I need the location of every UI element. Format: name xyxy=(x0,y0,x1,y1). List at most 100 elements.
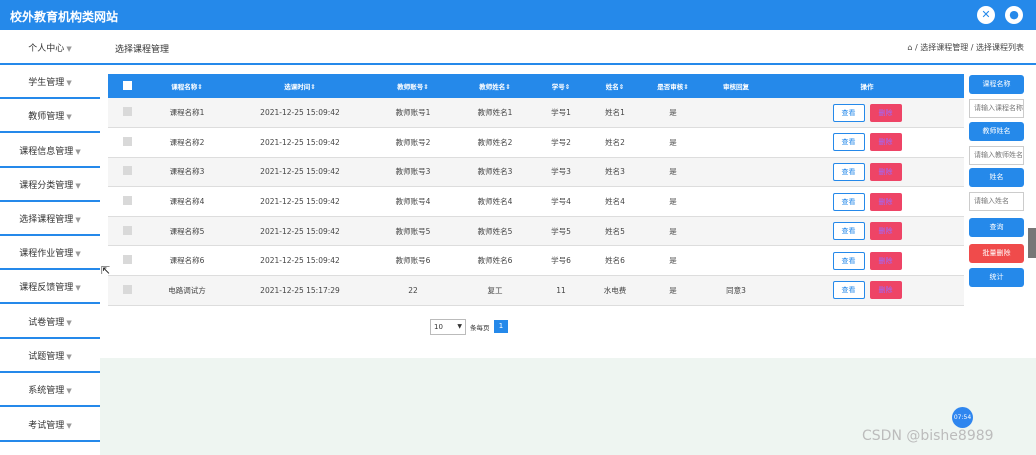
column-header: 课程名称⇕ xyxy=(171,83,203,91)
view-button[interactable]: 查看 xyxy=(832,222,865,241)
table-cell: 姓名1 xyxy=(605,108,625,118)
column-header: 姓名⇕ xyxy=(605,83,625,91)
row-actions: 查看 删除 xyxy=(770,276,964,306)
row-checkbox[interactable] xyxy=(122,196,132,206)
sidebar-item-label: 课程分类管理 xyxy=(19,181,74,191)
sidebar-item[interactable]: 教师管理 ▼ xyxy=(0,101,100,133)
sidebar-item[interactable]: 课程信息管理 ▼ xyxy=(0,136,100,168)
table-cell: 是 xyxy=(669,226,677,236)
row-checkbox-cell xyxy=(108,98,146,128)
view-button[interactable]: 查看 xyxy=(832,103,865,122)
user-icon[interactable]: ● xyxy=(1005,6,1023,24)
table-cell xyxy=(702,216,770,246)
table-cell: 是 xyxy=(669,137,677,147)
stats-button[interactable]: 统计 xyxy=(969,268,1024,287)
table-cell: 22 xyxy=(408,285,418,295)
chevron-down-icon: ▼ xyxy=(75,182,81,190)
app-title: 校外教育机构类网站 xyxy=(10,10,119,24)
table-cell: 姓名6 xyxy=(605,256,625,266)
delete-button[interactable]: 删除 xyxy=(869,103,902,122)
page-button-1[interactable]: 1 xyxy=(494,320,508,333)
sidebar-item[interactable]: 考试管理 ▼ xyxy=(0,410,100,442)
table-row: 课程名称6 2021-12-25 15:09:42 教师账号6 教师姓名6 学号6 姓名6… xyxy=(108,246,964,276)
view-button[interactable]: 查看 xyxy=(832,162,865,181)
table-row: 课程名称2 2021-12-25 15:09:42 教师账号2 教师姓名2 学号2 姓名2… xyxy=(108,128,964,158)
close-icon[interactable]: ✕ xyxy=(977,6,995,24)
delete-button[interactable]: 删除 xyxy=(869,222,902,241)
page-size-select[interactable]: 10 ▼ xyxy=(430,319,466,335)
sidebar-item[interactable]: 试题管理 ▼ xyxy=(0,341,100,373)
row-checkbox[interactable] xyxy=(122,225,132,235)
table-cell: 2021-12-25 15:09:42 xyxy=(260,197,340,207)
sidebar-item[interactable]: 选择课程管理 ▼ xyxy=(0,204,100,236)
course-name-input[interactable]: 请输入课程名称 xyxy=(969,99,1024,118)
search-button[interactable]: 查询 xyxy=(969,218,1024,237)
table-cell xyxy=(702,157,770,187)
teacher-name-button[interactable]: 教师姓名 xyxy=(969,122,1024,141)
column-header: 审核回复 xyxy=(723,83,749,91)
batch-delete-button[interactable]: 批量删除 xyxy=(969,244,1024,263)
delete-button[interactable]: 删除 xyxy=(869,281,902,300)
student-name-button[interactable]: 姓名 xyxy=(969,168,1024,187)
row-checkbox[interactable] xyxy=(122,136,132,146)
sidebar-item[interactable]: 课程反馈管理 ▼ xyxy=(0,272,100,304)
table-cell: 教师姓名5 xyxy=(477,226,513,236)
sidebar-item[interactable]: 课程作业管理 ▼ xyxy=(0,238,100,270)
view-button[interactable]: 查看 xyxy=(832,281,865,300)
table-cell: 课程名称6 xyxy=(169,256,205,266)
table-cell: 水电费 xyxy=(603,285,627,295)
table-cell: 姓名2 xyxy=(605,137,625,147)
sidebar-item-label: 试卷管理 xyxy=(28,318,65,328)
delete-button[interactable]: 删除 xyxy=(869,192,902,211)
watermark: CSDN @bishe8989 xyxy=(862,428,994,444)
chevron-down-icon: ▼ xyxy=(66,79,72,87)
course-selection-table: 课程名称⇕ 选课时间⇕ 教师账号⇕ 教师姓名⇕ 学号⇕ 姓名⇕ 是否审核⇕ 审核回复 操作 课程… xyxy=(108,74,964,306)
sidebar-item[interactable]: 试卷管理 ▼ xyxy=(0,307,100,339)
table-cell: 是 xyxy=(669,285,677,295)
table-cell: 2021-12-25 15:09:42 xyxy=(260,108,340,118)
teacher-name-input[interactable]: 请输入教师姓名 xyxy=(969,146,1024,165)
sidebar-item[interactable]: 课程分类管理 ▼ xyxy=(0,170,100,202)
table-cell: 姓名5 xyxy=(605,226,625,236)
row-checkbox[interactable] xyxy=(122,255,132,265)
select-all-checkbox[interactable] xyxy=(122,80,132,90)
sidebar-item-label: 个人中心 xyxy=(28,44,65,54)
select-all-checkbox-cell[interactable] xyxy=(108,74,146,98)
view-button[interactable]: 查看 xyxy=(832,192,865,211)
chevron-down-icon: ▼ xyxy=(75,284,81,292)
sidebar-item[interactable]: 学生管理 ▼ xyxy=(0,67,100,99)
table-cell: 教师账号6 xyxy=(395,256,431,266)
student-name-input[interactable]: 请输入姓名 xyxy=(969,192,1024,211)
sidebar-item-label: 学生管理 xyxy=(28,78,65,88)
table-cell: 教师姓名6 xyxy=(477,256,513,266)
delete-button[interactable]: 删除 xyxy=(869,251,902,270)
table-row: 课程名称1 2021-12-25 15:09:42 教师账号1 教师姓名1 学号1 姓名1… xyxy=(108,98,964,128)
table-cell: 课程名称3 xyxy=(169,167,205,177)
table-row: 课程名称3 2021-12-25 15:09:42 教师账号3 教师姓名3 学号3 姓名3… xyxy=(108,157,964,187)
column-header: 操作 xyxy=(860,83,874,91)
table-cell: 教师姓名3 xyxy=(477,167,513,177)
breadcrumb-bar: 选择课程管理 ⌂ / 选择课程管理 / 选择课程列表 xyxy=(100,30,1036,65)
view-button[interactable]: 查看 xyxy=(832,133,865,152)
view-button[interactable]: 查看 xyxy=(832,251,865,270)
row-actions: 查看 删除 xyxy=(770,98,964,128)
row-checkbox[interactable] xyxy=(122,166,132,176)
sidebar-item[interactable]: 个人中心 ▼ xyxy=(0,33,100,65)
top-navbar: 校外教育机构类网站 ✕ ● xyxy=(0,0,1036,30)
row-checkbox[interactable] xyxy=(122,284,132,294)
row-checkbox-cell xyxy=(108,157,146,187)
delete-button[interactable]: 删除 xyxy=(869,133,902,152)
scroll-handle[interactable] xyxy=(1028,228,1036,258)
sidebar-item[interactable]: 系统管理 ▼ xyxy=(0,375,100,407)
sidebar-item-label: 教师管理 xyxy=(28,112,65,122)
table-cell: 教师账号5 xyxy=(395,226,431,236)
chevron-down-icon: ▼ xyxy=(66,319,72,327)
delete-button[interactable]: 删除 xyxy=(869,162,902,181)
table-cell: 2021-12-25 15:09:42 xyxy=(260,137,340,147)
table-cell: 是 xyxy=(669,108,677,118)
floating-time-badge[interactable]: 07:54 xyxy=(952,407,973,428)
table-cell: 电路调试方 xyxy=(168,285,206,295)
row-checkbox[interactable] xyxy=(122,107,132,117)
course-name-button[interactable]: 课程名称 xyxy=(969,75,1024,94)
table-row: 电路调试方 2021-12-25 15:17:29 22 复工 11 水电费 是 同意3 查看删… xyxy=(108,275,964,306)
